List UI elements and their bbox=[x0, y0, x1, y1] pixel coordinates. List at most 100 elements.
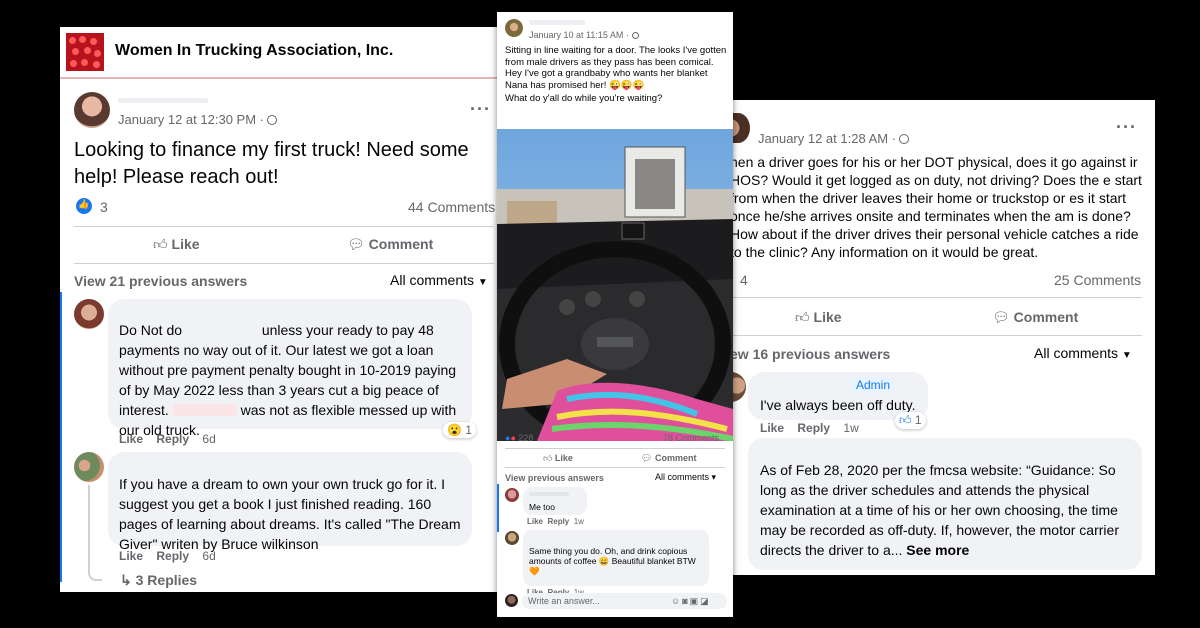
comment-text: If you have a dream to own your own truc… bbox=[119, 476, 461, 552]
emoji-icon[interactable]: ☺ bbox=[671, 596, 682, 606]
reaction-count[interactable]: 4 bbox=[740, 272, 748, 288]
view-replies-link[interactable]: ↳ 3 Replies bbox=[120, 572, 197, 589]
reaction-count[interactable]: 3 bbox=[100, 199, 108, 215]
sticker-icon[interactable]: ◪ bbox=[700, 596, 711, 606]
group-name[interactable]: Women In Trucking Association, Inc. bbox=[115, 42, 393, 60]
globe-icon bbox=[266, 115, 277, 125]
view-previous-answers-link[interactable]: View 21 previous answers bbox=[74, 273, 247, 289]
composer-icons: ☺◙▣◪ bbox=[671, 596, 711, 607]
comment-like-button[interactable]: Like bbox=[527, 517, 543, 526]
post-text: hen a driver goes for his or her DOT phy… bbox=[730, 154, 1142, 260]
group-logo[interactable] bbox=[66, 33, 104, 71]
comment-age[interactable]: 1w bbox=[574, 517, 584, 526]
redacted-name bbox=[186, 324, 258, 336]
post-text: Sitting in line waiting for a door. The … bbox=[505, 45, 727, 104]
author-avatar[interactable] bbox=[730, 113, 750, 143]
more-options-icon[interactable]: ··· bbox=[1116, 117, 1137, 138]
comment-actions: Like Reply 6d bbox=[119, 432, 226, 446]
post-timestamp[interactable]: January 12 at 1:28 AM · bbox=[758, 131, 910, 146]
admin-badge: Admin bbox=[851, 377, 896, 393]
commenter-avatar[interactable] bbox=[505, 488, 519, 502]
comment-count[interactable]: 78 Comments bbox=[663, 433, 719, 443]
post-timestamp[interactable]: January 10 at 11:15 AM · bbox=[529, 30, 639, 40]
comment-sort-dropdown[interactable]: All comments ▼ bbox=[390, 272, 488, 288]
comment-age[interactable]: 6d bbox=[202, 549, 215, 563]
divider bbox=[74, 263, 494, 264]
comment-like-button[interactable]: Like bbox=[119, 432, 143, 446]
redacted-name bbox=[172, 404, 237, 416]
like-reaction-icon: 👍︎ bbox=[899, 413, 912, 427]
comment-text: Me too bbox=[529, 502, 555, 512]
wow-reaction-icon: 😮 bbox=[447, 423, 462, 437]
comment-count[interactable]: 25 Comments bbox=[1054, 272, 1141, 288]
camera-icon[interactable]: ◙ bbox=[682, 596, 689, 606]
comment-like-button[interactable]: Like bbox=[760, 421, 784, 435]
divider bbox=[74, 226, 494, 227]
author-name-redacted bbox=[529, 20, 585, 25]
comment-reply-button[interactable]: Reply bbox=[797, 421, 830, 435]
comment-text: Same thing you do. Oh, and drink copious… bbox=[529, 546, 696, 576]
reply-thread-line bbox=[88, 485, 102, 581]
like-button[interactable]: 👍︎ Like bbox=[153, 236, 200, 253]
comment-reaction[interactable]: 👍︎ 1 bbox=[895, 412, 926, 429]
like-reaction-icon bbox=[76, 198, 92, 214]
comment-reply-button[interactable]: Reply bbox=[156, 432, 189, 446]
comment-actions: Like Reply 6d bbox=[119, 549, 226, 563]
comment-age[interactable]: 6d bbox=[202, 432, 215, 446]
right-post-card: January 12 at 1:28 AM · ··· hen a driver… bbox=[730, 100, 1155, 575]
comment-button[interactable]: 💬︎ Comment bbox=[992, 309, 1078, 326]
commenter-avatar[interactable] bbox=[74, 299, 104, 329]
comment-count[interactable]: 44 Comments bbox=[408, 199, 495, 215]
post-photo[interactable] bbox=[497, 129, 733, 441]
reaction-summary[interactable]: ●● 228 bbox=[505, 433, 533, 443]
comment-button[interactable]: 💬︎ Comment bbox=[641, 453, 696, 464]
like-button[interactable]: 👍︎ Like bbox=[543, 453, 573, 464]
comment-reply-button[interactable]: Reply bbox=[156, 549, 189, 563]
see-more-link[interactable]: See more bbox=[906, 542, 969, 558]
more-options-icon[interactable]: ··· bbox=[470, 99, 491, 120]
view-previous-answers-link[interactable]: ew 16 previous answers bbox=[730, 346, 890, 362]
comment-thread-marker bbox=[60, 292, 62, 582]
divider bbox=[505, 448, 725, 449]
author-avatar[interactable] bbox=[74, 92, 110, 128]
globe-icon bbox=[899, 134, 910, 144]
thumbs-up-icon: 👍︎ bbox=[153, 236, 168, 252]
caret-down-icon: ▼ bbox=[1121, 350, 1132, 361]
commenter-name-redacted bbox=[529, 492, 569, 496]
comment-sort-dropdown[interactable]: All comments ▼ bbox=[1034, 345, 1132, 361]
comment-text: Do Not do unless your ready to pay 48 pa… bbox=[119, 322, 457, 438]
commenter-avatar[interactable] bbox=[505, 531, 519, 545]
author-avatar[interactable] bbox=[505, 19, 523, 37]
globe-icon bbox=[631, 32, 639, 39]
divider bbox=[730, 335, 1142, 336]
middle-post-card: January 10 at 11:15 AM · Sitting in line… bbox=[497, 12, 733, 617]
comment-reaction[interactable]: 😮 1 bbox=[443, 422, 476, 438]
comment-like-button[interactable]: Like bbox=[119, 549, 143, 563]
caret-down-icon: ▼ bbox=[477, 277, 488, 288]
comment-text: As of Feb 28, 2020 per the fmcsa website… bbox=[760, 462, 1119, 558]
commenter-avatar[interactable] bbox=[74, 452, 104, 482]
write-answer-placeholder: Write an answer... bbox=[528, 596, 600, 606]
post-text: Looking to finance my first truck! Need … bbox=[74, 139, 469, 188]
thumbs-up-icon: 👍︎ bbox=[795, 309, 810, 325]
view-previous-answers-link[interactable]: View previous answers bbox=[505, 473, 604, 483]
author-name-redacted bbox=[118, 98, 208, 103]
comment-sort-dropdown[interactable]: All comments ▾ bbox=[655, 472, 716, 483]
gif-icon[interactable]: ▣ bbox=[690, 596, 701, 606]
current-user-avatar bbox=[505, 594, 518, 607]
group-header: Women In Trucking Association, Inc. bbox=[60, 27, 500, 79]
comment-actions: Like Reply 1w bbox=[760, 421, 869, 435]
speech-bubble-icon: 💬︎ bbox=[641, 453, 653, 463]
like-button[interactable]: 👍︎ Like bbox=[795, 309, 842, 326]
comment-button[interactable]: 💬︎ Comment bbox=[347, 236, 433, 253]
truck-cab-photo bbox=[497, 129, 733, 441]
speech-bubble-icon: 💬︎ bbox=[347, 236, 365, 252]
love-reaction-icon: ● bbox=[510, 433, 516, 443]
collage-stage: Women In Trucking Association, Inc. Janu… bbox=[0, 0, 1200, 628]
thumbs-up-icon: 👍︎ bbox=[543, 453, 553, 463]
post-timestamp[interactable]: January 12 at 12:30 PM · bbox=[118, 112, 277, 127]
divider bbox=[505, 467, 725, 468]
left-post-card: Women In Trucking Association, Inc. Janu… bbox=[60, 27, 500, 592]
comment-age[interactable]: 1w bbox=[843, 421, 858, 435]
comment-reply-button[interactable]: Reply bbox=[547, 517, 569, 526]
